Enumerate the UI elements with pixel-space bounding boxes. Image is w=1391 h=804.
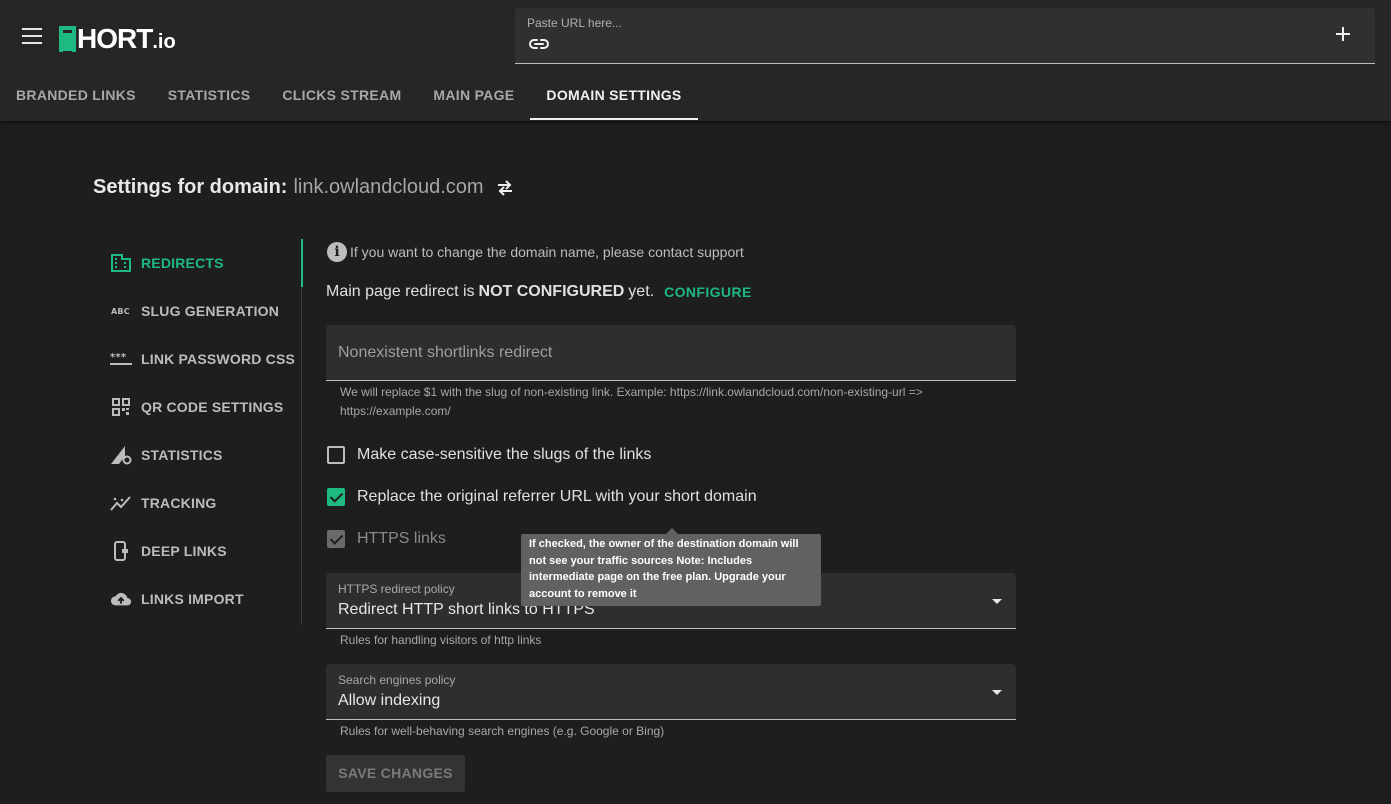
password-icon: *** (110, 348, 132, 370)
https-policy-label: HTTPS redirect policy (338, 582, 455, 596)
domain-name: link.owlandcloud.com (293, 176, 484, 198)
configure-button[interactable]: CONFIGURE (664, 284, 752, 300)
cloud-upload-icon (110, 588, 132, 610)
sidebar-item-slug-generation[interactable]: ABC SLUG GENERATION (102, 287, 301, 335)
redirect-status: NOT CONFIGURED (478, 283, 625, 300)
building-icon (110, 252, 132, 274)
sidebar-item-label: LINK PASSWORD CSS (141, 351, 296, 367)
page-title-label: Settings for domain: (93, 176, 288, 198)
search-policy-label: Search engines policy (338, 673, 456, 687)
tab-domain-settings[interactable]: DOMAIN SETTINGS (530, 72, 698, 120)
replace-referrer-option: Replace the original referrer URL with y… (327, 488, 757, 506)
logo-s-mark (59, 26, 76, 54)
hamburger-menu-icon[interactable] (22, 28, 42, 44)
sidebar-item-label: SLUG GENERATION (141, 303, 280, 319)
sidebar-item-label: QR CODE SETTINGS (141, 399, 284, 415)
sidebar-item-link-password-css[interactable]: *** LINK PASSWORD CSS (102, 335, 301, 383)
phone-link-icon (110, 540, 132, 562)
replace-referrer-checkbox[interactable] (327, 488, 345, 506)
tab-main-page[interactable]: MAIN PAGE (417, 72, 530, 120)
tracking-icon (110, 492, 132, 514)
main-tabs: BRANDED LINKS STATISTICS CLICKS STREAM M… (0, 72, 698, 120)
signal-gear-icon (110, 444, 132, 466)
sidebar-item-tracking[interactable]: TRACKING (102, 479, 301, 527)
tab-clicks-stream[interactable]: CLICKS STREAM (266, 72, 417, 120)
tab-branded-links[interactable]: BRANDED LINKS (0, 72, 152, 120)
logo-suffix: .io (152, 31, 176, 53)
tab-statistics[interactable]: STATISTICS (152, 72, 267, 120)
domain-change-info: i If you want to change the domain name,… (327, 242, 744, 262)
page-title: Settings for domain: link.owlandcloud.co… (93, 176, 514, 199)
info-text: If you want to change the domain name, p… (350, 244, 744, 260)
info-icon: i (327, 242, 347, 262)
add-link-plus-icon[interactable] (1335, 26, 1351, 42)
url-input-field[interactable]: Paste URL here... (515, 8, 1375, 64)
sidebar-item-statistics[interactable]: STATISTICS (102, 431, 301, 479)
link-icon (529, 39, 549, 49)
qr-code-icon (110, 396, 132, 418)
helper-line: https://example.com/ (340, 404, 451, 418)
redirect-prefix: Main page redirect is (326, 283, 475, 300)
case-sensitive-checkbox[interactable] (327, 446, 345, 464)
replace-referrer-label: Replace the original referrer URL with y… (357, 488, 757, 505)
logo[interactable]: HORT .io (59, 22, 176, 54)
helper-line: We will replace $1 with the slug of non-… (340, 385, 923, 399)
sidebar-item-redirects[interactable]: REDIRECTS (102, 239, 303, 287)
sidebar-item-label: REDIRECTS (141, 255, 224, 271)
logo-text: HORT (77, 23, 153, 54)
svg-text:***: *** (110, 352, 127, 363)
save-changes-button[interactable]: SAVE CHANGES (326, 755, 465, 792)
search-policy-helper: Rules for well-behaving search engines (… (340, 724, 665, 738)
chevron-down-icon (992, 690, 1002, 695)
redirect-suffix: yet. (628, 283, 655, 300)
nonexistent-redirect-placeholder: Nonexistent shortlinks redirect (338, 344, 553, 361)
main-page-redirect-status: Main page redirect is NOT CONFIGURED yet… (326, 283, 752, 301)
sidebar-item-links-import[interactable]: LINKS IMPORT (102, 575, 301, 623)
nonexistent-redirect-input[interactable]: Nonexistent shortlinks redirect (326, 325, 1016, 381)
search-engines-policy-select[interactable]: Search engines policy Allow indexing (326, 664, 1016, 720)
https-links-label: HTTPS links (357, 530, 446, 547)
search-policy-value: Allow indexing (338, 692, 441, 709)
sidebar-item-label: TRACKING (141, 495, 217, 511)
top-app-bar: HORT .io Paste URL here... BRANDED LINKS… (0, 0, 1391, 121)
https-links-checkbox[interactable] (327, 530, 345, 548)
case-sensitive-label: Make case-sensitive the slugs of the lin… (357, 446, 652, 463)
settings-sidebar: REDIRECTS ABC SLUG GENERATION *** LINK P… (102, 239, 303, 625)
abc-icon: ABC (110, 300, 132, 322)
sidebar-item-deep-links[interactable]: DEEP LINKS (102, 527, 301, 575)
sidebar-item-qr-code-settings[interactable]: QR CODE SETTINGS (102, 383, 301, 431)
swap-domain-icon[interactable] (496, 179, 514, 196)
sidebar-item-label: LINKS IMPORT (141, 591, 244, 607)
https-links-option: HTTPS links (327, 530, 446, 548)
https-policy-helper: Rules for handling visitors of http link… (340, 633, 542, 647)
url-input-placeholder: Paste URL here... (527, 16, 622, 30)
referrer-tooltip: If checked, the owner of the destination… (521, 528, 821, 606)
sidebar-item-label: DEEP LINKS (141, 543, 227, 559)
svg-text:ABC: ABC (111, 307, 130, 316)
case-sensitive-option: Make case-sensitive the slugs of the lin… (327, 446, 651, 464)
chevron-down-icon (992, 599, 1002, 604)
nonexistent-redirect-helper: We will replace $1 with the slug of non-… (340, 383, 923, 421)
sidebar-item-label: STATISTICS (141, 447, 223, 463)
